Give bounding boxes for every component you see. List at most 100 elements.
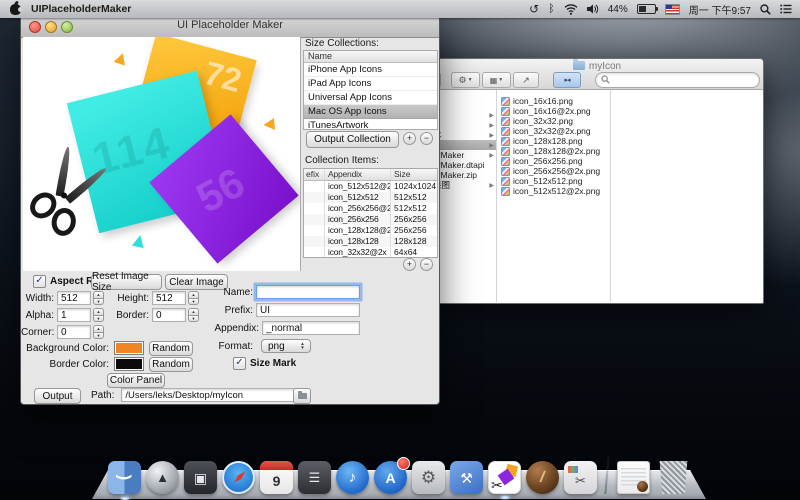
aspect-ratio-checkbox[interactable]: ✓ — [33, 275, 46, 288]
size-collection-item[interactable]: iPhone App Icons — [304, 63, 437, 77]
size-collection-item[interactable]: iTunesArtwork — [304, 119, 437, 130]
collection-item-row[interactable]: icon_256x256 256x256 — [304, 214, 437, 225]
width-field[interactable] — [57, 291, 91, 305]
volume-icon[interactable] — [587, 2, 599, 16]
size-collections-column-header[interactable]: Name — [304, 51, 437, 63]
file-row-icon_32x32.png[interactable]: icon_32x32.png — [497, 116, 610, 126]
dock-glyph: ⚒ — [460, 471, 473, 485]
dock-icon-finder[interactable]: ) — [108, 461, 141, 494]
time-machine-icon[interactable]: ↺ — [529, 2, 539, 16]
image-canvas[interactable]: 72 114 56 — [23, 37, 301, 271]
color-panel-button[interactable]: Color Panel — [107, 373, 165, 388]
size-collections-list[interactable]: Name iPhone App Icons iPad App Icons Uni… — [303, 50, 438, 130]
collapse-columns-button[interactable]: ▸◂ — [553, 72, 581, 88]
finder-sidebar-row[interactable]: erMaker ▶ — [431, 150, 496, 160]
file-row-icon_16x16@2x.png[interactable]: icon_16x16@2x.png — [497, 106, 610, 116]
finder-search-field[interactable] — [595, 72, 760, 88]
file-row-icon_128x128.png[interactable]: icon_128x128.png — [497, 136, 610, 146]
prefix-field[interactable] — [256, 303, 360, 317]
remove-item-button[interactable]: − — [420, 258, 433, 271]
battery-icon[interactable] — [637, 4, 656, 14]
dock-icon-itunes[interactable]: ♪ — [336, 461, 369, 494]
corner-stepper[interactable]: ▲▼ — [93, 325, 104, 339]
border-color-well[interactable] — [114, 357, 144, 371]
border-random-button[interactable]: Random — [149, 357, 193, 372]
action-gear-button[interactable]: ⚙▼ — [451, 72, 480, 88]
add-collection-button[interactable]: + — [403, 132, 416, 145]
dock-icon-miniwindow[interactable] — [617, 461, 650, 494]
dock-icon-calendar[interactable]: 9 — [260, 461, 293, 494]
dock-icon-trash[interactable] — [657, 461, 690, 494]
prefix-column-header[interactable]: efix — [304, 169, 325, 180]
arrange-view-button[interactable]: ▦▼ — [482, 72, 511, 88]
png-file-icon — [501, 137, 510, 146]
output-collection-button[interactable]: Output Collection — [306, 131, 399, 148]
finder-sidebar-row[interactable]: ▶ — [431, 140, 496, 150]
file-row-icon_32x32@2x.png[interactable]: icon_32x32@2x.png — [497, 126, 610, 136]
size-mark-checkbox[interactable]: ✓ — [233, 357, 246, 370]
file-row-icon_256x256.png[interactable]: icon_256x256.png — [497, 156, 610, 166]
corner-field[interactable] — [57, 325, 91, 339]
apple-menu-icon[interactable] — [10, 4, 21, 15]
file-row-icon_512x512.png[interactable]: icon_512x512.png — [497, 176, 610, 186]
width-stepper[interactable]: ▲▼ — [93, 291, 104, 305]
spotlight-icon[interactable] — [760, 2, 771, 16]
appendix-column-header[interactable]: Appendix — [325, 169, 391, 180]
collection-item-row[interactable]: icon_512x512 512x512 — [304, 192, 437, 203]
path-field[interactable] — [121, 388, 301, 402]
finder-content: ▶ ▶ 本 ▶ ▶ — [431, 90, 763, 302]
collection-item-row[interactable]: icon_128x128@2x 256x256 — [304, 225, 437, 236]
finder-sidebar-row[interactable]: erMaker.dtapi — [431, 160, 496, 170]
bluetooth-icon[interactable]: ᛒ — [548, 2, 555, 16]
dock-icon-xcode[interactable]: ⚒ — [450, 461, 483, 494]
reset-image-size-button[interactable]: Reset Image Size — [91, 274, 162, 290]
finder-sidebar-row[interactable]: ▶ — [431, 110, 496, 120]
finder-sidebar-row[interactable]: 本 ▶ — [431, 130, 496, 140]
dock-icon-bean[interactable]: / — [526, 461, 559, 494]
dock-icon-uipm[interactable]: ✂ — [488, 461, 521, 494]
dock-icon-snip[interactable]: ✂ — [564, 461, 597, 494]
format-popup[interactable]: png ▲▼ — [261, 339, 311, 353]
alpha-field[interactable] — [57, 308, 91, 322]
menu-clock[interactable]: 周一 下午9:57 — [689, 2, 751, 17]
item-appendix-cell: icon_512x512@2x — [325, 181, 391, 192]
wifi-icon[interactable] — [564, 2, 578, 16]
size-collection-item[interactable]: iPad App Icons — [304, 77, 437, 91]
app-titlebar[interactable]: UI Placeholder Maker — [21, 15, 439, 38]
background-color-well[interactable] — [114, 341, 144, 355]
share-button[interactable]: ↗ — [513, 72, 539, 88]
alpha-stepper[interactable]: ▲▼ — [93, 308, 104, 322]
dock-icon-safari[interactable]: ◆ — [222, 461, 255, 494]
appendix-field[interactable] — [262, 321, 360, 335]
size-column-header[interactable]: Size — [391, 169, 437, 180]
input-source-flag-icon[interactable] — [665, 4, 680, 15]
remove-collection-button[interactable]: − — [420, 132, 433, 145]
finder-titlebar[interactable]: myIcon ⚙▼ ▦▼ ↗ ▸◂ — [431, 59, 763, 90]
browse-path-button[interactable] — [293, 388, 311, 404]
collection-item-row[interactable]: icon_256x256@2x 512x512 — [304, 203, 437, 214]
file-row-icon_512x512@2x.png[interactable]: icon_512x512@2x.png — [497, 186, 610, 196]
collection-items-table[interactable]: efix Appendix Size icon_512x512@2x 1024x… — [303, 168, 438, 258]
file-row-icon_128x128@2x.png[interactable]: icon_128x128@2x.png — [497, 146, 610, 156]
file-row-icon_16x16.png[interactable]: icon_16x16.png — [497, 96, 610, 106]
menu-bar: UIPlaceholderMaker ↺ ᛒ 44% 周一 下午9:57 — [0, 0, 800, 18]
output-button[interactable]: Output — [34, 388, 81, 404]
png-file-icon — [501, 147, 510, 156]
dock-icon-reminders[interactable]: ☰ — [298, 461, 331, 494]
file-row-icon_256x256@2x.png[interactable]: icon_256x256@2x.png — [497, 166, 610, 176]
dock-icon-mission-control[interactable]: ▣ — [184, 461, 217, 494]
size-collection-item[interactable]: Universal App Icons — [304, 91, 437, 105]
dock-icon-launchpad[interactable]: ▲ — [146, 461, 179, 494]
dock-icon-sysprefs[interactable]: ⚙ — [412, 461, 445, 494]
add-item-button[interactable]: + — [403, 258, 416, 271]
active-app-menu[interactable]: UIPlaceholderMaker — [31, 3, 131, 15]
size-collection-item[interactable]: Mac OS App Icons — [304, 105, 437, 119]
collection-item-row[interactable]: icon_512x512@2x 1024x1024 — [304, 181, 437, 192]
finder-sidebar-row[interactable]: 果图 ▶ — [431, 180, 496, 190]
name-field[interactable] — [256, 285, 360, 299]
collection-item-row[interactable]: icon_32x32@2x 64x64 — [304, 247, 437, 258]
collection-item-row[interactable]: icon_128x128 128x128 — [304, 236, 437, 247]
notification-center-icon[interactable] — [780, 2, 792, 16]
artwork-triangle — [114, 51, 129, 65]
dock-icon-appstore[interactable]: A — [374, 461, 407, 494]
